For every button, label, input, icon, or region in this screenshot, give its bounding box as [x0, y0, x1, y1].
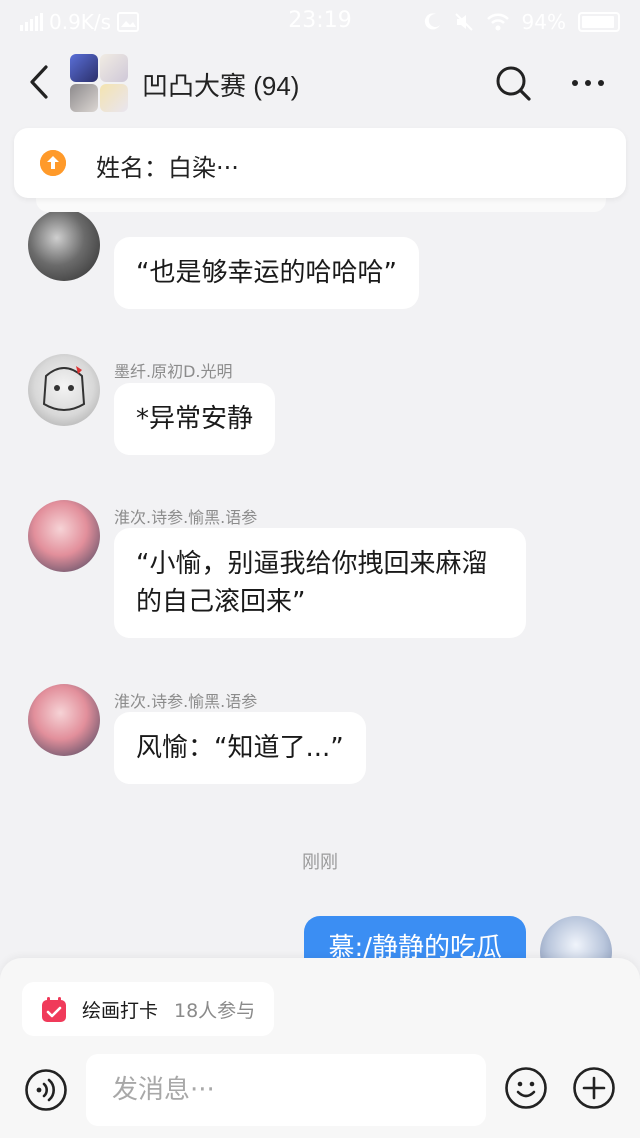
plus-circle-icon[interactable]: [572, 1066, 616, 1110]
smile-icon[interactable]: [504, 1066, 548, 1110]
status-bar: 0.9K/s 23:19 94%: [0, 0, 640, 44]
sender-name[interactable]: 墨纤.原初D.光明: [114, 358, 233, 382]
sender-name[interactable]: 淮次.诗参.愉黑.语参: [114, 504, 257, 528]
checkin-chip[interactable]: 绘画打卡 18人参与: [22, 982, 274, 1036]
message-bubble[interactable]: *异常安静: [114, 383, 276, 455]
checkin-count: 18人参与: [174, 1000, 256, 1022]
avatar[interactable]: [28, 500, 100, 572]
status-right: 94%: [422, 10, 620, 34]
arrow-up-circle-icon: [40, 150, 66, 176]
voice-icon[interactable]: [24, 1068, 68, 1112]
pinned-text: 姓名：白染···: [96, 154, 239, 182]
chat-title[interactable]: 凹凸大赛 (94): [142, 66, 299, 103]
chat-message-list[interactable]: “也是够幸运的哈哈哈” 墨纤.原初D.光明 *异常安静 淮次.诗参.愉黑.语参 …: [0, 200, 640, 960]
message-bubble[interactable]: “也是够幸运的哈哈哈”: [114, 237, 419, 309]
message-input[interactable]: [86, 1054, 486, 1126]
battery-percent: 94%: [521, 10, 566, 34]
message-timestamp: 刚刚: [302, 852, 338, 873]
avatar[interactable]: [28, 209, 100, 281]
battery-icon: [578, 12, 620, 32]
message-bubble[interactable]: “小愉，别逼我给你拽回来麻溜的自己滚回来”: [114, 528, 526, 638]
search-icon[interactable]: [494, 64, 532, 102]
my-avatar[interactable]: [540, 916, 612, 960]
chat-header: 凹凸大赛 (94): [0, 44, 640, 120]
moon-icon: [424, 13, 440, 30]
mute-icon: [454, 13, 473, 31]
avatar[interactable]: [28, 354, 100, 426]
message-bubble[interactable]: 风愉：“知道了...”: [114, 712, 366, 784]
group-avatar[interactable]: [70, 54, 128, 112]
pinned-message[interactable]: 姓名：白染···: [14, 128, 626, 198]
checkin-label: 绘画打卡: [82, 1000, 159, 1022]
more-dots-icon[interactable]: [568, 68, 608, 98]
back-button[interactable]: [26, 64, 56, 100]
avatar[interactable]: [28, 684, 100, 756]
my-message-bubble[interactable]: 慕:/静静的吃瓜: [304, 916, 526, 960]
composer-panel: 绘画打卡 18人参与: [0, 958, 640, 1138]
calendar-icon: [42, 997, 66, 1022]
wifi-icon: [486, 13, 509, 31]
sender-name[interactable]: 淮次.诗参.愉黑.语参: [114, 688, 257, 712]
